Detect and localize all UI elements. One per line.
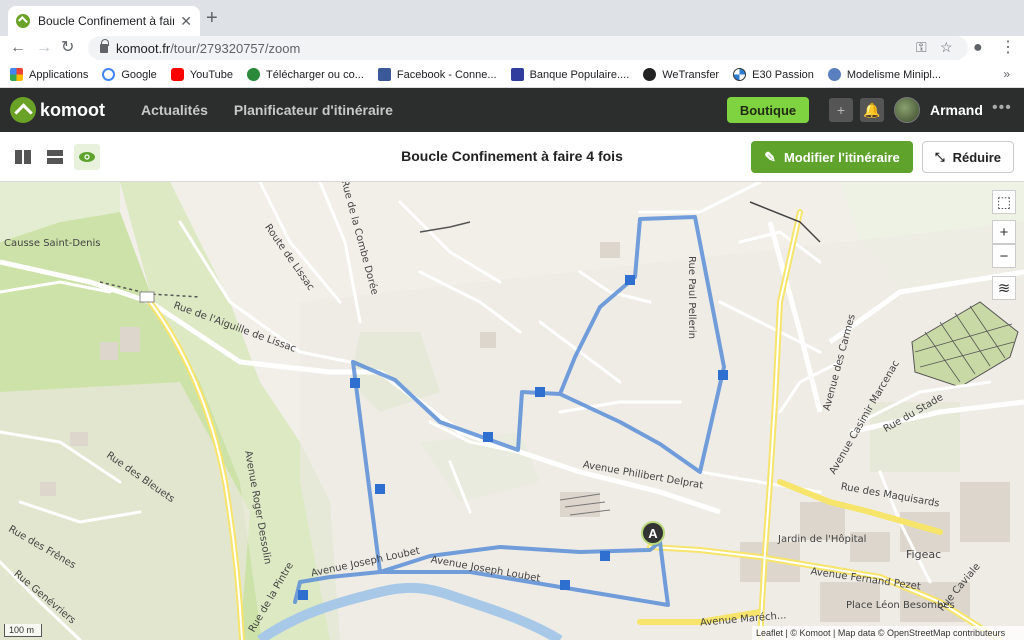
bmw-icon (733, 68, 747, 81)
map-view-eye-icon[interactable] (74, 144, 100, 170)
bookmark-item[interactable]: WeTransfer (643, 68, 719, 81)
browser-tab[interactable]: Boucle Confinement à faire 4 fois | komo… (8, 6, 200, 36)
bookmark-item[interactable]: Banque Populaire.... (510, 68, 630, 81)
nav-actualites[interactable]: Actualités (141, 102, 208, 118)
map-attribution: Leaflet | © Komoot | Map data © OpenStre… (752, 626, 1024, 640)
collapse-icon: ⤡ (934, 149, 945, 164)
boutique-button[interactable]: Boutique (727, 97, 809, 123)
bookmark-label: Banque Populaire.... (529, 68, 630, 81)
account-icon[interactable]: ● (973, 38, 983, 58)
username[interactable]: Armand (930, 102, 983, 118)
map-label: Causse Saint-Denis (4, 238, 101, 249)
scale-bar: 100 m (4, 624, 42, 637)
bookmark-label: Modelisme Minipl... (846, 68, 942, 81)
back-icon[interactable]: ← (10, 38, 26, 58)
map-label: Jardin de l'Hôpital (778, 534, 867, 545)
browser-toolbar: ← → ↻ komoot.fr /tour/279320757/zoom ⚿ ☆… (0, 36, 1024, 62)
globe-icon (247, 68, 261, 81)
zoom-out-button[interactable]: − (992, 244, 1016, 268)
nav-planificateur[interactable]: Planificateur d'itinéraire (234, 102, 393, 118)
komoot-favicon-icon (16, 14, 30, 28)
url-path: /tour/279320757/zoom (170, 40, 301, 56)
bookmark-label: YouTube (189, 68, 234, 81)
facebook-icon (377, 68, 391, 81)
browser-tabstrip: Boucle Confinement à faire 4 fois | komo… (0, 0, 1024, 36)
wetransfer-icon (643, 68, 657, 81)
bookmark-label: Télécharger ou co... (266, 68, 364, 81)
layers-icon[interactable]: ≋ (992, 276, 1016, 300)
map-canvas[interactable]: Causse Saint-Denis Route de Lissac Rue d… (0, 182, 1024, 640)
star-icon[interactable]: ☆ (940, 39, 953, 56)
app-header: komoot Actualités Planificateur d'itinér… (0, 88, 1024, 132)
bookmarks-bar: Applications Google YouTube Télécharger … (0, 62, 1024, 88)
add-icon[interactable]: + (829, 98, 853, 122)
more-icon[interactable]: ••• (992, 99, 1012, 117)
edit-route-label: Modifier l'itinéraire (783, 149, 900, 165)
close-icon[interactable]: ✕ (180, 13, 192, 30)
edit-route-button[interactable]: ✎ Modifier l'itinéraire (751, 141, 913, 173)
bell-icon[interactable]: 🔔 (860, 98, 884, 122)
bookmark-label: WeTransfer (662, 68, 720, 81)
forward-icon[interactable]: → (36, 38, 52, 58)
address-bar[interactable]: komoot.fr /tour/279320757/zoom ⚿ ☆ (88, 36, 968, 60)
new-tab-icon[interactable]: + (206, 8, 218, 28)
bookmark-item[interactable]: Facebook - Conne... (377, 68, 497, 81)
bookmark-item[interactable]: E30 Passion (733, 68, 814, 81)
avatar[interactable] (894, 97, 920, 123)
zoom-in-button[interactable]: + (992, 220, 1016, 244)
bookmark-item[interactable]: YouTube (170, 68, 234, 81)
split-view-icon[interactable] (12, 146, 34, 168)
reduce-button[interactable]: ⤡ Réduire (922, 141, 1014, 173)
map-label: Rue Paul Pellerin (685, 256, 697, 339)
key-icon[interactable]: ⚿ (916, 39, 927, 56)
url-host: komoot.fr (116, 40, 171, 56)
bookmark-label: Applications (29, 68, 89, 81)
logo-text: komoot (40, 99, 105, 120)
tab-title: Boucle Confinement à faire 4 fois | komo… (38, 14, 175, 28)
reload-icon[interactable]: ↻ (61, 38, 74, 58)
start-marker[interactable]: A (641, 521, 665, 545)
bookmark-item[interactable]: Google (102, 68, 157, 81)
youtube-icon (170, 68, 184, 81)
tour-toolbar: Boucle Confinement à faire 4 fois ✎ Modi… (0, 132, 1024, 182)
lock-icon (100, 38, 109, 53)
bookmark-label: Google (121, 68, 157, 81)
bookmark-label: E30 Passion (752, 68, 814, 81)
bookmarks-overflow-icon[interactable]: » (1003, 67, 1010, 81)
map-label: Figeac (906, 548, 942, 561)
bookmark-item[interactable]: Télécharger ou co... (247, 68, 364, 81)
bank-icon (510, 68, 524, 81)
fit-bounds-icon[interactable]: ⬚ (992, 190, 1016, 214)
model-icon (827, 68, 841, 81)
bookmark-label: Facebook - Conne... (396, 68, 497, 81)
bookmark-item[interactable]: Modelisme Minipl... (827, 68, 942, 81)
komoot-logo-icon (10, 97, 36, 123)
stacked-view-icon[interactable] (44, 146, 66, 168)
google-icon (102, 68, 116, 81)
apps-grid-icon (10, 68, 23, 81)
reduce-label: Réduire (952, 149, 1001, 165)
menu-dots-icon[interactable]: ⋮ (1000, 38, 1016, 58)
komoot-logo[interactable]: komoot (10, 97, 105, 123)
bookmark-item[interactable]: Applications (10, 68, 88, 81)
pencil-icon: ✎ (764, 148, 776, 165)
